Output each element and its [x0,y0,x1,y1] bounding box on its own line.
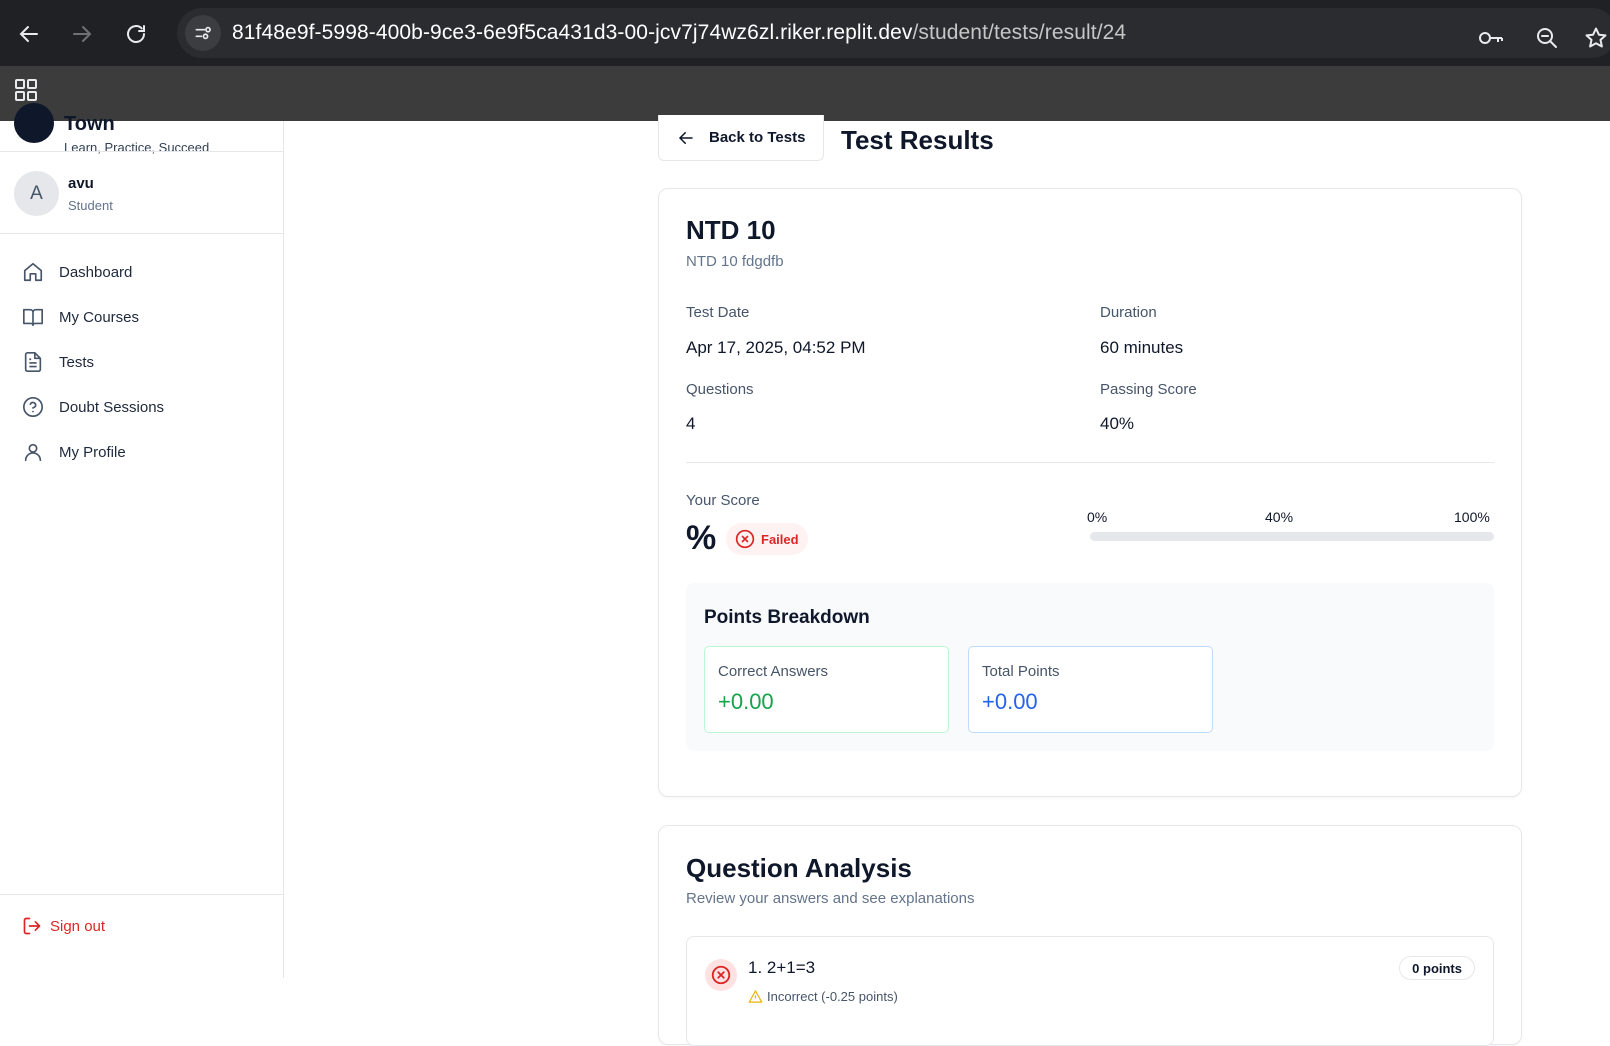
browser-toolbar: 81f48e9f-5998-400b-9ce3-6e9f5ca431d3-00-… [0,0,1610,66]
address-bar[interactable]: 81f48e9f-5998-400b-9ce3-6e9f5ca431d3-00-… [177,8,1610,58]
browser-chrome: 81f48e9f-5998-400b-9ce3-6e9f5ca431d3-00-… [0,0,1610,121]
browser-reload-button[interactable] [116,14,156,54]
user-icon [24,443,42,462]
reload-icon [127,25,145,43]
total-points-box: Total Points +0.00 [968,646,1213,733]
card-divider [686,462,1494,463]
back-to-tests-button[interactable]: Back to Tests [658,115,824,161]
brand-name: Town [64,113,115,135]
book-icon [23,308,43,327]
file-text-icon [24,352,42,372]
arrow-left-icon [678,131,693,144]
sign-out-button[interactable]: Sign out [22,916,105,936]
points-breakdown: Points Breakdown Correct Answers +0.00 T… [686,583,1494,751]
status-badge: Failed [726,523,808,555]
brand-tagline: Learn, Practice, Succeed [64,140,210,155]
avatar: A [14,171,59,216]
duration-value: 60 minutes [1100,338,1184,357]
test-date-label: Test Date [686,304,750,321]
sidebar-divider [0,151,284,152]
brand-logo [14,103,54,143]
duration-label: Duration [1100,304,1157,321]
sidebar: Town Learn, Practice, Succeed A avu Stud… [0,103,284,978]
sidebar-item-my-profile[interactable]: My Profile [12,432,270,472]
questions-label: Questions [686,381,754,398]
passing-score-value: 40% [1100,414,1135,433]
correct-answers-value: +0.00 [718,689,774,714]
sidebar-item-label: Tests [59,353,95,371]
url-path: /student/tests/result/24 [912,21,1127,44]
sidebar-item-label: My Courses [59,308,140,326]
sidebar-divider [0,233,284,234]
scale-max-label: 100% [1454,509,1490,525]
test-title: NTD 10 [686,215,776,245]
user-name: avu [68,175,94,192]
your-score-label: Your Score [686,492,760,509]
sidebar-divider [0,894,284,895]
bookmark-star-icon[interactable] [1580,22,1610,54]
test-date-value: Apr 17, 2025, 04:52 PM [686,338,866,357]
total-points-value: +0.00 [982,689,1038,714]
browser-back-button[interactable] [9,14,49,54]
test-description: NTD 10 fdgdfb [686,253,784,270]
browser-forward-button[interactable] [62,14,102,54]
correct-answers-label: Correct Answers [718,663,829,680]
x-circle-icon [705,959,737,991]
url-host: 81f48e9f-5998-400b-9ce3-6e9f5ca431d3-00-… [232,21,913,44]
sidebar-item-label: Dashboard [59,263,133,281]
questions-value: 4 [686,414,696,433]
total-points-label: Total Points [982,663,1060,680]
correct-answers-box: Correct Answers +0.00 [704,646,949,733]
score-value: % [686,519,717,557]
sidebar-item-my-courses[interactable]: My Courses [12,297,270,337]
arrow-left-icon [19,26,38,42]
password-key-icon[interactable] [1475,22,1507,54]
user-role: Student [68,198,113,213]
help-circle-icon [23,397,43,417]
question-analysis-subtitle: Review your answers and see explanations [686,890,975,907]
x-circle-icon [735,529,755,549]
back-to-tests-label: Back to Tests [709,129,806,146]
question-text: 1. 2+1=3 [748,958,816,977]
test-result-card: NTD 10 NTD 10 fdgdfb Test Date Apr 17, 2… [658,188,1522,797]
arrow-right-icon [73,26,92,42]
question-points-badge: 0 points [1399,956,1475,980]
status-badge-label: Failed [761,531,799,547]
site-info-icon[interactable] [185,15,221,51]
sidebar-item-label: Doubt Sessions [59,398,165,416]
log-out-icon [23,917,41,935]
sign-out-label: Sign out [50,917,106,935]
home-icon [23,262,43,282]
zoom-icon[interactable] [1531,22,1563,54]
scale-passing-label: 40% [1265,509,1294,525]
question-status-label: Incorrect (-0.25 points) [767,989,898,1004]
alert-triangle-icon [748,990,763,1003]
question-item[interactable]: 1. 2+1=3 Incorrect (-0.25 points) 0 poin… [686,936,1494,1046]
page-title: Test Results [841,125,994,155]
sidebar-item-doubt-sessions[interactable]: Doubt Sessions [12,387,270,427]
url-text: 81f48e9f-5998-400b-9ce3-6e9f5ca431d3-00-… [232,21,1126,45]
scale-min-label: 0% [1087,509,1108,525]
sidebar-item-dashboard[interactable]: Dashboard [12,252,270,292]
question-status: Incorrect (-0.25 points) [748,989,898,1004]
sidebar-item-label: My Profile [59,443,126,461]
score-progress-bar [1090,532,1494,541]
passing-score-label: Passing Score [1100,381,1197,398]
points-breakdown-title: Points Breakdown [704,607,870,628]
question-analysis-title: Question Analysis [686,853,912,883]
apps-grid-icon[interactable] [12,76,40,104]
question-analysis-card: Question Analysis Review your answers an… [658,825,1522,1046]
sidebar-item-tests[interactable]: Tests [12,342,270,382]
